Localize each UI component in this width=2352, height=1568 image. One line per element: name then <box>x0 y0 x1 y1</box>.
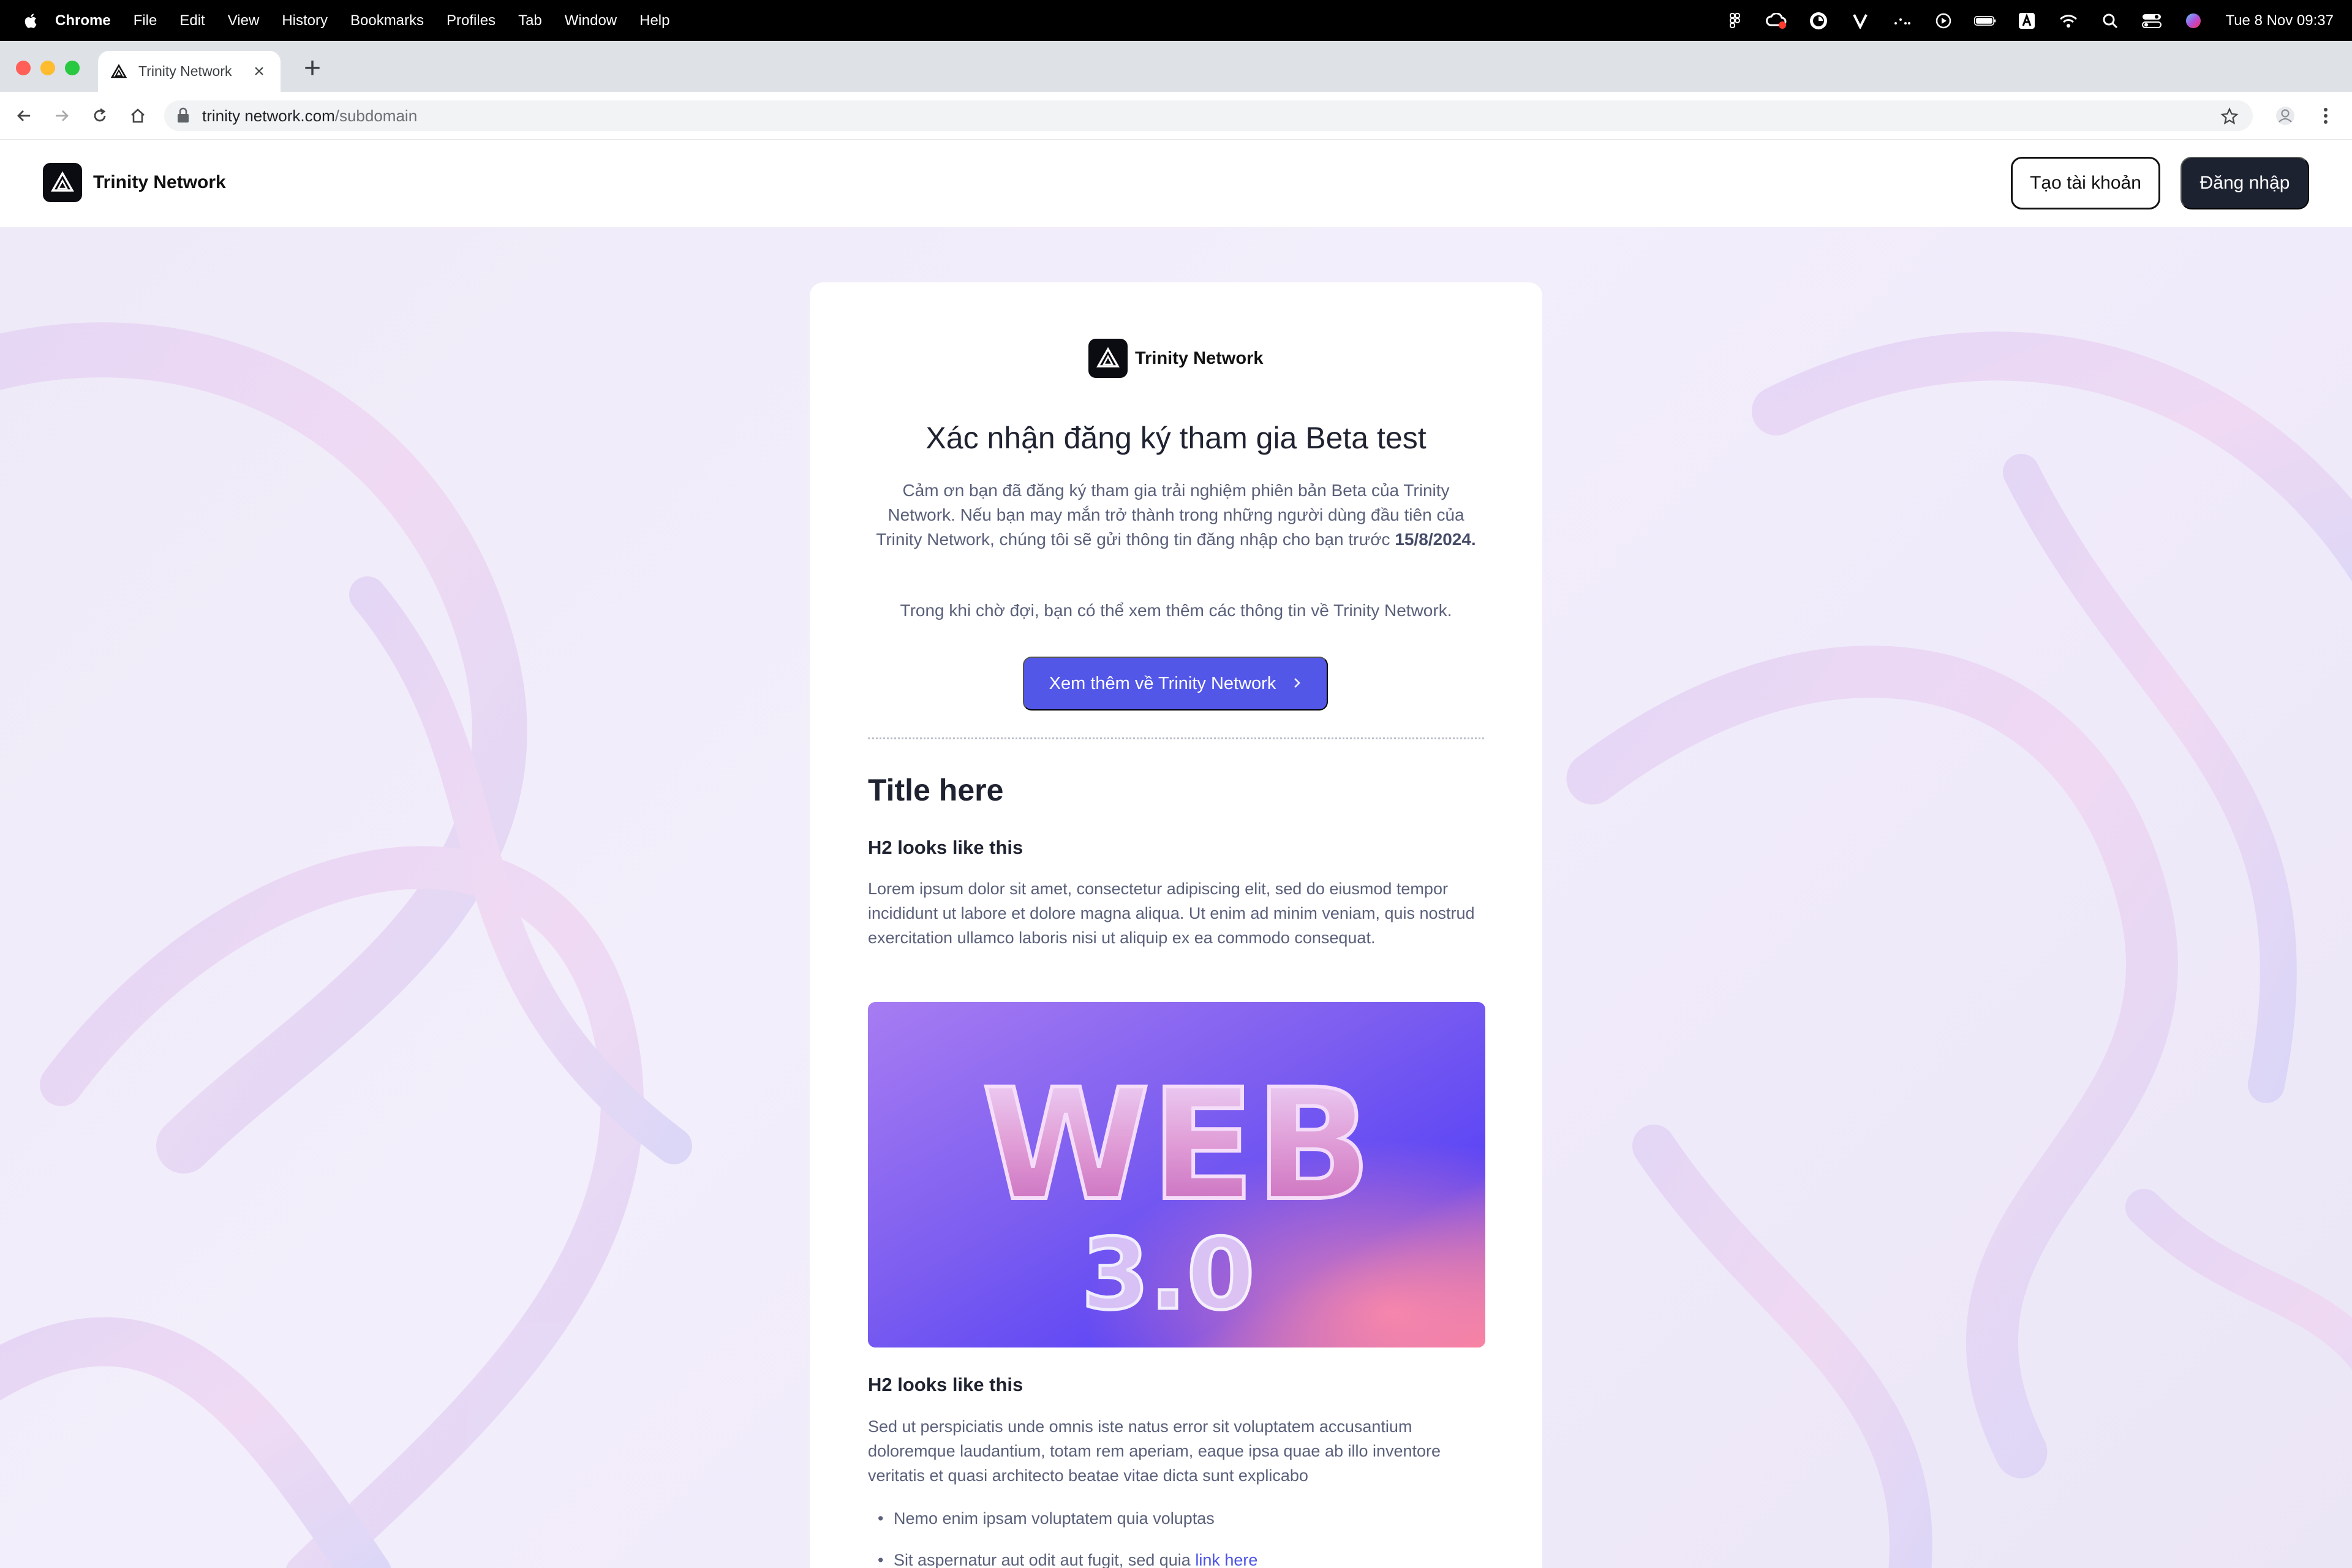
forward-arrow-icon[interactable] <box>47 100 77 131</box>
search-icon[interactable] <box>2099 12 2121 30</box>
menu-edit[interactable]: Edit <box>179 12 205 29</box>
maximize-window-button[interactable] <box>65 61 80 75</box>
siri-icon[interactable] <box>2182 12 2204 30</box>
battery-icon[interactable] <box>1974 12 1996 30</box>
browser-toolbar: trinity network.com/subdomain <box>0 92 2352 140</box>
control-center-icon[interactable] <box>2141 12 2163 30</box>
url-host: trinity network.com <box>202 106 335 125</box>
dots-icon[interactable] <box>1891 12 1913 30</box>
brand-name: Trinity Network <box>93 172 226 192</box>
profile-avatar-icon[interactable] <box>2270 100 2301 131</box>
vectorworks-icon[interactable] <box>1849 12 1871 30</box>
trinity-logo-icon <box>1088 339 1128 378</box>
browser-tab-strip: Trinity Network × + <box>0 41 2352 92</box>
url-path: /subdomain <box>334 106 418 125</box>
menu-profiles[interactable]: Profiles <box>447 12 496 29</box>
learn-more-label: Xem thêm về Trinity Network <box>1049 673 1276 693</box>
hero-text-version: 3.0 <box>1081 1217 1254 1332</box>
browser-tab-active[interactable]: Trinity Network × <box>98 51 281 92</box>
confirmation-title: Xác nhận đăng ký tham gia Beta test <box>925 421 1427 455</box>
menu-view[interactable]: View <box>228 12 260 29</box>
reload-icon[interactable] <box>85 100 115 131</box>
wifi-icon[interactable] <box>2057 12 2079 30</box>
chevron-right-icon <box>1293 673 1302 694</box>
bookmark-star-icon[interactable] <box>2220 107 2239 126</box>
figma-icon[interactable] <box>1724 12 1746 30</box>
tab-title: Trinity Network <box>138 63 232 79</box>
learn-more-button[interactable]: Xem thêm về Trinity Network <box>1023 657 1328 710</box>
dotted-divider <box>868 737 1484 739</box>
trinity-logo-icon <box>110 63 127 80</box>
lock-icon[interactable] <box>176 107 191 124</box>
macos-menu-bar: Chrome File Edit View History Bookmarks … <box>0 0 2352 41</box>
site-header: Trinity Network Tạo tài khoản Đăng nhập <box>0 140 2352 227</box>
confirmation-card: Trinity Network Xác nhận đăng ký tham gi… <box>810 282 1542 1568</box>
hero-text-web: WEB <box>981 1056 1371 1234</box>
close-icon[interactable]: × <box>250 61 268 82</box>
site-brand[interactable]: Trinity Network <box>43 163 226 202</box>
login-button[interactable]: Đăng nhập <box>2180 157 2309 209</box>
intro-text: Cảm ơn bạn đã đăng ký tham gia trải nghi… <box>876 481 1464 549</box>
new-tab-button[interactable]: + <box>300 53 325 84</box>
menu-help[interactable]: Help <box>639 12 669 29</box>
menu-file[interactable]: File <box>134 12 157 29</box>
menubar-clock[interactable]: Tue 8 Nov 09:37 <box>2225 12 2334 29</box>
bullet-list: • Nemo enim ipsam voluptatem quia volupta… <box>868 1506 1487 1568</box>
create-account-button[interactable]: Tạo tài khoản <box>2011 157 2160 209</box>
confirmation-intro: Cảm ơn bạn đã đăng ký tham gia trải nghi… <box>868 478 1484 552</box>
creative-cloud-icon[interactable] <box>1766 12 1788 30</box>
waiting-text: Trong khi chờ đợi, bạn có thể xem thêm c… <box>900 601 1452 620</box>
home-icon[interactable] <box>123 100 153 131</box>
play-icon[interactable] <box>1932 12 1954 30</box>
close-window-button[interactable] <box>16 61 31 75</box>
paragraph-first: Lorem ipsum dolor sit amet, consectetur … <box>868 880 1475 947</box>
menu-bookmarks[interactable]: Bookmarks <box>350 12 424 29</box>
menu-app-chrome[interactable]: Chrome <box>55 12 111 29</box>
list-item: • Sit aspernatur aut odit aut fugit, sed … <box>878 1551 1258 1568</box>
minimize-window-button[interactable] <box>40 61 55 75</box>
inline-link[interactable]: link here <box>1195 1551 1257 1568</box>
status-area: Tue 8 Nov 09:37 <box>1705 0 2334 41</box>
subheading-second: H2 looks like this <box>868 1374 1023 1395</box>
paragraph-second: Sed ut perspiciatis unde omnis iste natu… <box>868 1417 1441 1485</box>
menu-tab[interactable]: Tab <box>518 12 542 29</box>
card-brand: Trinity Network <box>1088 339 1264 378</box>
subheading-first: H2 looks like this <box>868 837 1023 858</box>
keyboard-a-icon[interactable] <box>2016 12 2038 30</box>
card-brand-name: Trinity Network <box>1135 348 1264 368</box>
menu-window[interactable]: Window <box>565 12 617 29</box>
trinity-logo-icon <box>43 163 82 202</box>
intro-date: 15/8/2024. <box>1395 530 1476 549</box>
address-bar[interactable]: trinity network.com/subdomain <box>164 100 2253 131</box>
list-item: • Nemo enim ipsam voluptatem quia volupta… <box>878 1509 1215 1528</box>
more-menu-icon[interactable] <box>2310 100 2341 131</box>
section-title: Title here <box>868 773 1004 807</box>
bullet-text: Sit aspernatur aut odit aut fugit, sed q… <box>894 1551 1196 1568</box>
window-controls <box>16 61 89 75</box>
back-arrow-icon[interactable] <box>9 100 39 131</box>
web3-hero-image: WEB 3.0 <box>868 1002 1485 1348</box>
timer-icon[interactable] <box>1807 12 1830 30</box>
menu-history[interactable]: History <box>282 12 328 29</box>
bullet-text: Nemo enim ipsam voluptatem quia voluptas <box>894 1509 1215 1528</box>
apple-icon[interactable] <box>22 12 38 30</box>
